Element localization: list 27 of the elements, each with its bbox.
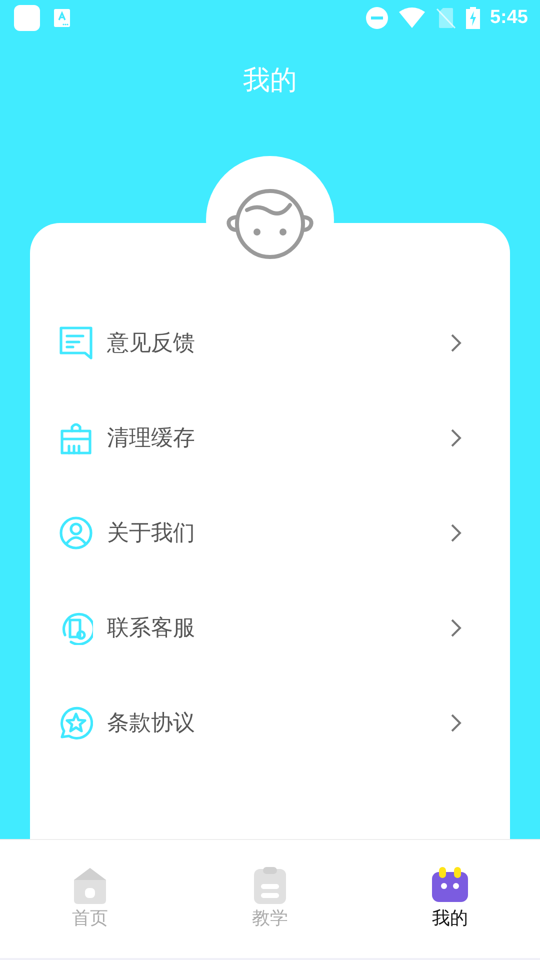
clock-time: 5:45 bbox=[490, 7, 528, 29]
chevron-right-icon bbox=[450, 618, 462, 638]
menu-item[interactable]: 意见反馈 bbox=[30, 295, 510, 390]
battery-charging-icon bbox=[466, 7, 480, 29]
chevron-right-icon bbox=[450, 332, 462, 352]
menu-item[interactable]: 条款协议 bbox=[30, 675, 510, 770]
menu-item[interactable]: 清理缓存 bbox=[30, 390, 510, 485]
tab[interactable]: 我的 bbox=[360, 840, 540, 958]
user-icon bbox=[59, 516, 93, 550]
brush-icon bbox=[59, 420, 93, 454]
keyboard-icon bbox=[54, 9, 70, 27]
baby-face-icon bbox=[225, 187, 315, 261]
house-icon bbox=[71, 866, 109, 904]
clipboard-icon bbox=[251, 866, 289, 904]
wifi-icon bbox=[398, 7, 426, 29]
chevron-right-icon bbox=[450, 712, 462, 732]
chevron-right-icon bbox=[450, 522, 462, 542]
message-icon bbox=[59, 326, 93, 360]
menu-item[interactable]: 关于我们 bbox=[30, 485, 510, 580]
chevron-right-icon bbox=[450, 428, 462, 448]
page-title: 我的 bbox=[243, 64, 297, 98]
do-not-disturb-icon bbox=[366, 7, 388, 29]
calendar-icon bbox=[431, 866, 469, 904]
menu-item[interactable]: 联系客服 bbox=[30, 580, 510, 675]
app-icon bbox=[14, 5, 40, 31]
star-icon bbox=[59, 706, 93, 740]
no-sim-icon bbox=[436, 7, 456, 29]
